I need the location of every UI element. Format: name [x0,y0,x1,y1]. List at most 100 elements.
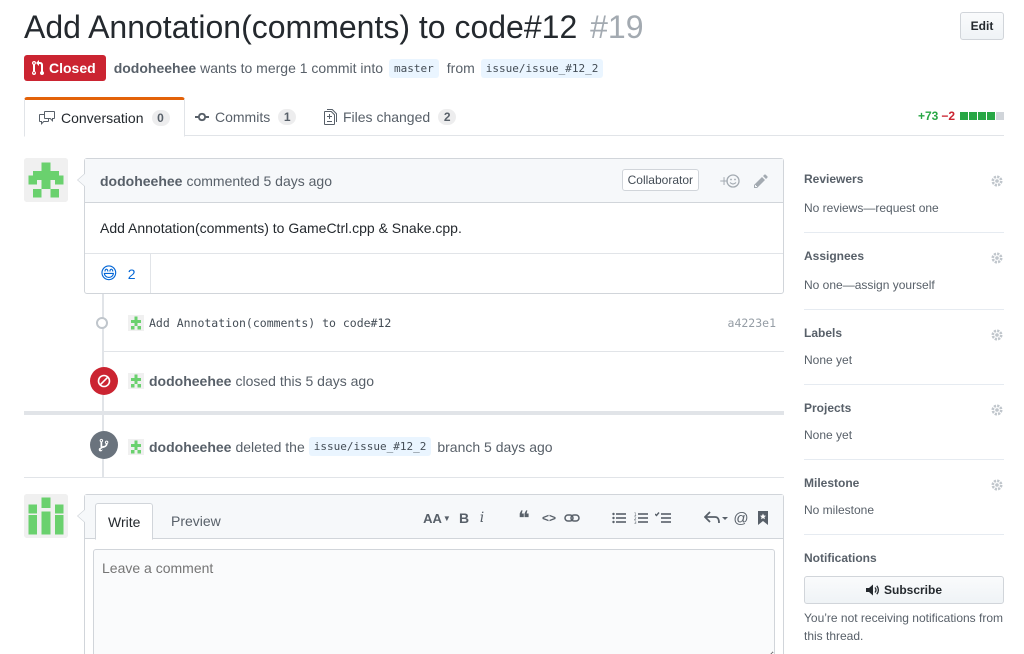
diffstat-additions: +73 [917,109,939,123]
tab-label: Conversation [61,110,144,126]
tab-commits[interactable]: Commits 1 [181,97,310,136]
event-description: branch 5 days ago [437,438,553,455]
mention-icon[interactable]: @ [732,509,750,527]
gear-icon[interactable] [990,478,1004,495]
gear-icon[interactable] [990,328,1004,345]
task-list-icon[interactable] [654,509,672,527]
git-branch-icon [90,431,118,459]
avatar[interactable] [128,315,144,331]
tab-counter: 1 [278,108,297,125]
avatar[interactable] [24,494,68,538]
closed-event-text: dodoheehee closed this 5 days ago [128,373,374,389]
comment-form-header: Write Preview AA ▼ B i ❝ <> 123 @ [85,495,783,540]
unordered-list-icon[interactable] [610,509,628,527]
add-reaction-icon[interactable]: + [719,173,741,192]
tab-write[interactable]: Write [95,503,154,540]
milestone-value: No milestone [804,503,875,517]
comment-header: dodoheehee commented 5 days ago Collabor… [85,159,783,203]
assignees-value[interactable]: No one—assign yourself [804,278,935,292]
code-icon[interactable]: <> [540,509,558,527]
commit-message[interactable]: Add Annotation(comments) to code#12 [149,316,391,330]
tab-label: Files changed [343,108,431,125]
comment-discussion-icon [39,111,55,125]
sidebar-assignees: Assignees No one—assign yourself [804,233,1004,310]
gear-icon[interactable] [990,174,1004,191]
speaker-icon [865,584,880,596]
svg-text:3: 3 [634,520,637,524]
labels-value: None yet [804,353,853,367]
commit-dot-icon [96,317,108,329]
subscribe-label: Subscribe [883,583,943,597]
link-icon[interactable] [563,509,581,527]
reply-icon[interactable] [703,509,729,527]
comment-textarea[interactable] [93,549,775,654]
avatar[interactable] [128,373,144,389]
diffstat-block [969,112,977,120]
author-link[interactable]: dodoheehee [114,60,196,76]
pr-title-text: Add Annotation(comments) to code#12 [24,9,578,45]
diffstat-block [960,112,968,120]
sidebar-title: Labels [804,326,843,340]
pr-number: #19 [590,9,644,45]
merge-text: wants to merge 1 commit into [200,60,384,76]
timeline-commit: Add Annotation(comments) to code#12 a422… [84,307,784,339]
edit-button[interactable]: Edit [960,12,1004,40]
tab-conversation[interactable]: Conversation 0 [24,97,185,137]
ordered-list-icon[interactable]: 123 [632,509,650,527]
tab-preview[interactable]: Preview [159,503,233,539]
text-size-icon[interactable]: AA ▼ [423,509,451,527]
pr-tabs: Conversation 0 Commits 1 Files changed 2… [24,97,1004,137]
avatar[interactable] [24,158,68,202]
event-description: deleted the [235,438,305,455]
comment-body: Add Annotation(comments) to GameCtrl.cpp… [85,203,783,254]
divider [24,477,784,478]
head-branch[interactable]: issue/issue_#12_2 [480,58,604,78]
closed-icon [90,367,118,395]
tab-counter: 2 [438,108,457,125]
gear-icon[interactable] [990,251,1004,268]
deleted-event-text: dodoheehee deleted the issue/issue_#12_2… [128,437,553,456]
git-commit-icon [195,112,209,121]
sidebar-labels: Labels None yet [804,310,1004,385]
sidebar-title: Milestone [804,476,860,490]
file-diff-icon [324,108,337,125]
sidebar-title: Assignees [804,249,865,263]
quote-icon[interactable]: ❝ [515,508,533,530]
notifications-note: You’re not receiving notifications from … [804,611,1003,643]
subscribe-button[interactable]: Subscribe [804,576,1004,604]
avatar[interactable] [128,438,144,455]
bookmark-icon[interactable] [754,509,772,527]
closed-pr-icon [32,60,44,76]
commit-sha[interactable]: a4223e1 [728,316,776,330]
from-text: from [446,60,475,76]
comment-timestamp[interactable]: commented 5 days ago [186,173,332,189]
new-comment-form: Write Preview AA ▼ B i ❝ <> 123 @ [77,494,784,654]
diffstat-blocks [959,112,1004,120]
pr-title: Add Annotation(comments) to code#12 #19 [24,6,1004,48]
gear-icon[interactable] [990,403,1004,420]
diffstat-block [987,112,995,120]
comment: dodoheehee commented 5 days ago Collabor… [77,158,784,294]
divider [104,351,784,352]
role-label: Collaborator [621,169,699,191]
pencil-icon[interactable] [753,173,769,192]
base-branch[interactable]: master [389,58,439,78]
comment-author[interactable]: dodoheehee [100,173,182,189]
diffstat-block [996,112,1004,120]
event-description: closed this 5 days ago [235,373,374,389]
event-author[interactable]: dodoheehee [149,439,231,455]
diffstat[interactable]: +73 −2 [918,109,1004,123]
sidebar-title: Reviewers [804,172,864,186]
reactions: 😄 2 [85,254,783,293]
reaction-smile[interactable]: 😄 2 [85,254,151,293]
reviewers-value[interactable]: No reviews—request one [804,201,939,215]
status-badge-label: Closed [49,60,96,76]
italic-icon[interactable]: i [473,509,491,527]
sidebar-projects: Projects None yet [804,385,1004,460]
sidebar-title: Notifications [804,551,877,565]
event-author[interactable]: dodoheehee [149,373,231,389]
sidebar-title: Projects [804,401,852,415]
tab-counter: 0 [151,110,170,126]
tab-files-changed[interactable]: Files changed 2 [310,97,470,136]
bold-icon[interactable]: B [455,509,473,527]
